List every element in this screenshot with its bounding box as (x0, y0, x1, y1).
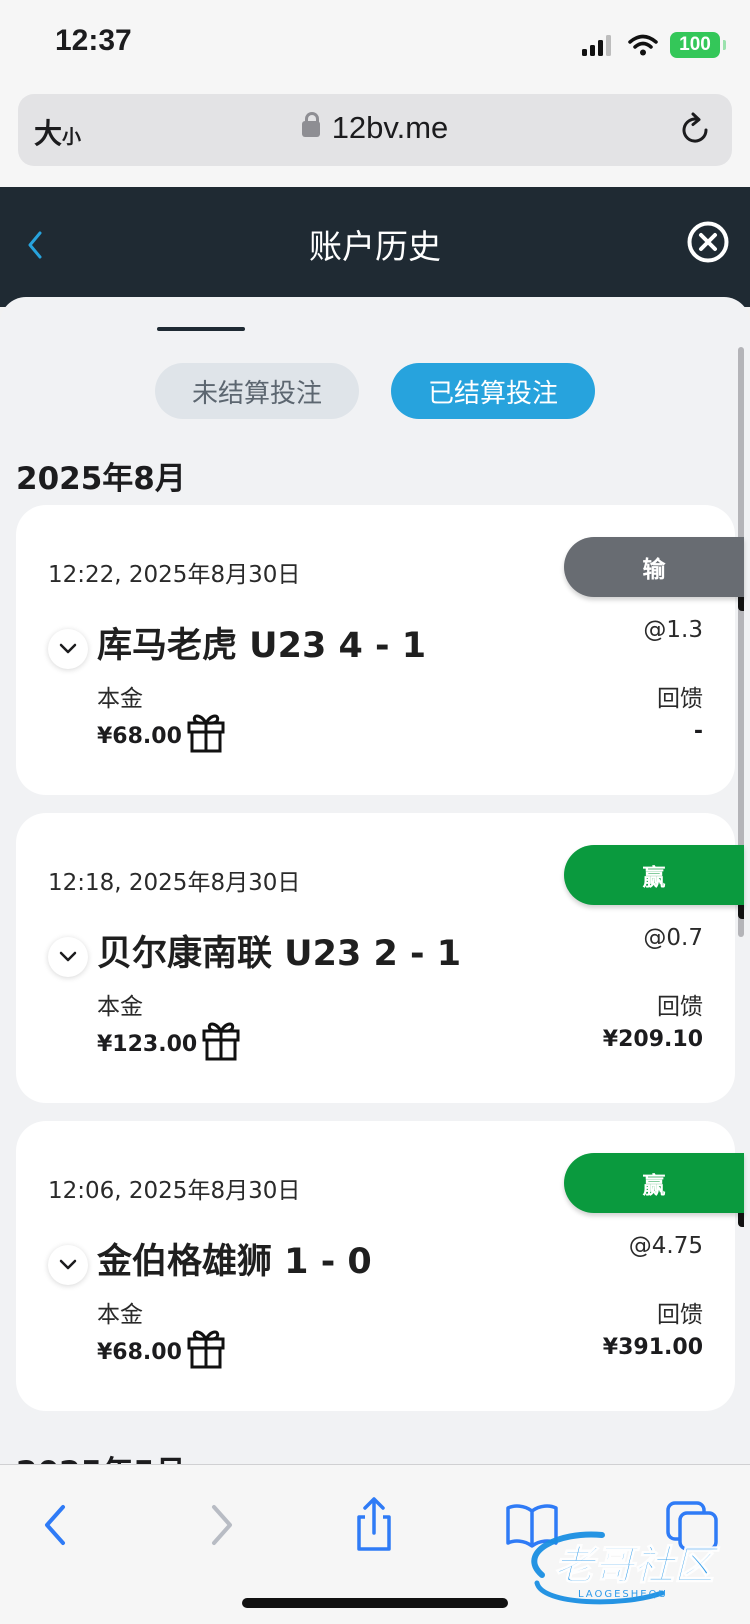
forward-arrow-icon[interactable] (190, 1495, 250, 1555)
url-display[interactable]: 12bv.me (18, 110, 732, 146)
back-arrow-icon[interactable] (27, 1495, 87, 1555)
bet-time: 12:22, 2025年8月30日 (48, 562, 301, 588)
page-title: 账户历史 (309, 227, 441, 266)
return-label: 回馈 (657, 1302, 703, 1328)
chevron-down-icon (59, 951, 77, 962)
odds: @4.75 (628, 1233, 703, 1259)
month-heading: 2025年8月 (16, 461, 186, 497)
app-header: 账户历史 (0, 187, 750, 307)
principal-row: ¥68.00 (97, 1330, 226, 1369)
watermark-logo: 老哥社区 LAOGESHEQU (531, 1531, 721, 1605)
principal-label: 本金 (97, 994, 143, 1020)
bet-card: 12:18, 2025年8月30日 赢 贝尔康南联 U23 2 - 1 @0.7… (16, 813, 744, 1103)
odds: @0.7 (643, 925, 703, 951)
status-time: 12:37 (55, 24, 132, 57)
sheet-grip[interactable] (157, 327, 245, 331)
history-sheet[interactable]: 未结算投注 已结算投注 2025年8月 12:22, 2025年8月30日 输 … (0, 297, 750, 1464)
return-amount: ¥209.10 (602, 1027, 703, 1052)
chevron-down-icon (59, 643, 77, 654)
gift-icon (202, 1022, 240, 1061)
browser-address-area: 大小 12bv.me (0, 90, 750, 187)
watermark-sub: LAOGESHEQU (578, 1589, 668, 1600)
tab-unsettled-bets[interactable]: 未结算投注 (155, 363, 359, 419)
wifi-icon (628, 34, 658, 56)
return-label: 回馈 (657, 686, 703, 712)
address-bar[interactable]: 大小 12bv.me (18, 94, 732, 166)
signal-icon (582, 35, 611, 56)
tab-settled-bets[interactable]: 已结算投注 (391, 363, 595, 419)
principal-row: ¥68.00 (97, 714, 226, 753)
badge-notch (738, 905, 744, 919)
status-bar: 12:37 100 (0, 0, 750, 90)
bet-card: 12:22, 2025年8月30日 输 库马老虎 U23 4 - 1 @1.3 … (16, 505, 744, 795)
principal-label: 本金 (97, 686, 143, 712)
badge-notch (738, 1213, 744, 1227)
stake-amount: ¥123.00 (97, 1031, 198, 1057)
month-heading: 2025年5月 (16, 1447, 186, 1464)
expand-button[interactable] (48, 937, 88, 977)
close-icon[interactable] (686, 220, 730, 264)
result-badge-win: 赢 (564, 845, 744, 905)
odds: @1.3 (643, 617, 703, 643)
chevron-down-icon (59, 1259, 77, 1270)
return-label: 回馈 (657, 994, 703, 1020)
share-icon[interactable] (344, 1495, 404, 1555)
bet-card: 12:06, 2025年8月30日 赢 金伯格雄狮 1 - 0 @4.75 本金… (16, 1121, 744, 1411)
return-amount: ¥391.00 (602, 1335, 703, 1360)
result-badge-win: 赢 (564, 1153, 744, 1213)
url-text: 12bv.me (331, 110, 449, 145)
browser-toolbar: 老哥社区 LAOGESHEQU (0, 1464, 750, 1624)
lock-icon (301, 112, 320, 137)
reload-icon[interactable] (676, 111, 714, 149)
status-icons: 100 (582, 30, 726, 60)
stake-amount: ¥68.00 (97, 723, 182, 749)
match-name: 贝尔康南联 U23 2 - 1 (97, 934, 462, 974)
bet-time: 12:18, 2025年8月30日 (48, 870, 301, 896)
battery-icon: 100 (670, 32, 726, 58)
result-badge-lose: 输 (564, 537, 744, 597)
expand-button[interactable] (48, 1245, 88, 1285)
gift-icon (187, 1330, 225, 1369)
return-amount: - (693, 719, 703, 744)
home-indicator[interactable] (242, 1598, 508, 1608)
bet-time: 12:06, 2025年8月30日 (48, 1178, 301, 1204)
expand-button[interactable] (48, 629, 88, 669)
watermark-name: 老哥社区 (554, 1543, 720, 1589)
principal-row: ¥123.00 (97, 1022, 241, 1061)
principal-label: 本金 (97, 1302, 143, 1328)
stake-amount: ¥68.00 (97, 1339, 182, 1365)
match-name: 库马老虎 U23 4 - 1 (97, 626, 427, 666)
match-name: 金伯格雄狮 1 - 0 (97, 1242, 372, 1282)
gift-icon (187, 714, 225, 753)
badge-notch (738, 597, 744, 611)
